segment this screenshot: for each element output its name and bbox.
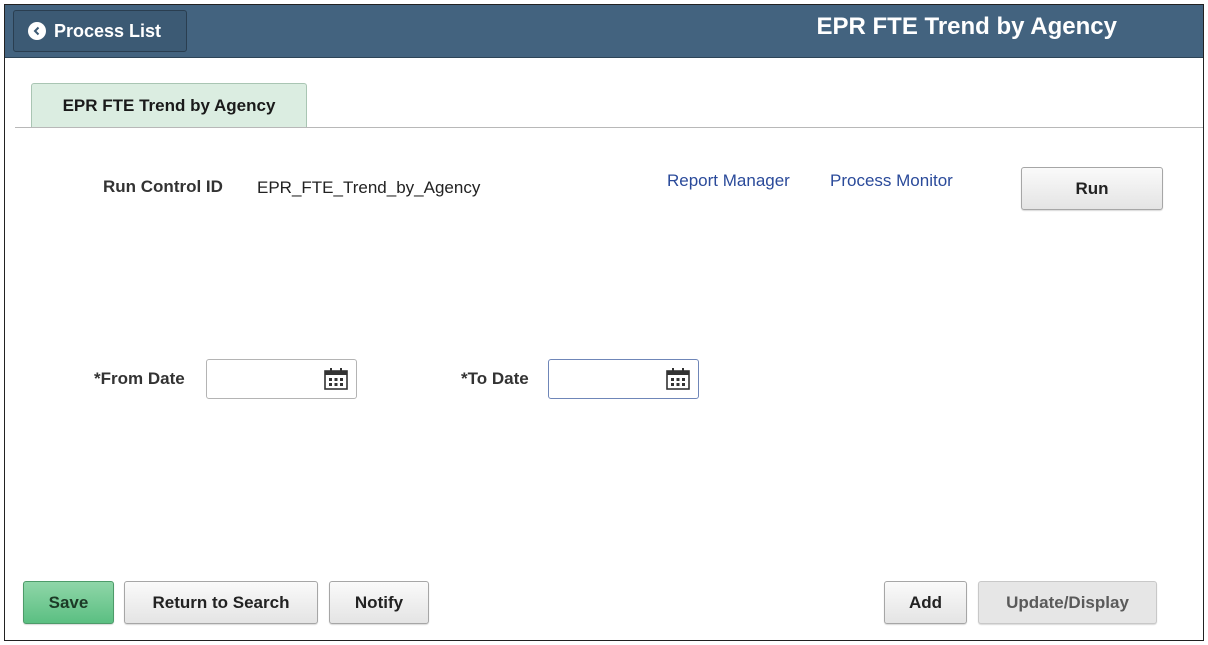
notify-button-label: Notify (354, 592, 404, 612)
report-manager-link[interactable]: Report Manager (667, 171, 790, 191)
update-display-label: Update/Display (1006, 592, 1129, 612)
save-button-label: Save (48, 592, 89, 612)
from-date-input[interactable] (213, 366, 317, 394)
tab-epr-fte-trend[interactable]: EPR FTE Trend by Agency (31, 83, 307, 128)
run-control-id-label: Run Control ID (103, 177, 223, 196)
page-title: EPR FTE Trend by Agency (816, 13, 1117, 40)
from-date-field (206, 359, 357, 399)
add-button[interactable]: Add (884, 581, 967, 624)
tab-divider (15, 127, 1203, 128)
run-control-id-value: EPR_FTE_Trend_by_Agency (257, 178, 481, 197)
update-display-button[interactable]: Update/Display (978, 581, 1157, 624)
run-button-label: Run (1075, 178, 1109, 198)
back-button-label: Process List (54, 20, 162, 41)
from-date-label: *From Date (94, 369, 185, 388)
to-date-field (548, 359, 699, 399)
calendar-icon[interactable] (324, 368, 348, 390)
return-to-search-button[interactable]: Return to Search (124, 581, 318, 624)
process-list-back-button[interactable]: Process List (13, 10, 187, 52)
add-button-label: Add (908, 592, 943, 612)
save-button[interactable]: Save (23, 581, 114, 624)
chevron-left-icon (28, 22, 46, 40)
to-date-label: *To Date (461, 369, 529, 388)
page-header: Process List EPR FTE Trend by Agency (5, 5, 1203, 58)
tab-label: EPR FTE Trend by Agency (62, 96, 276, 115)
run-button[interactable]: Run (1021, 167, 1163, 210)
to-date-input[interactable] (555, 366, 659, 394)
return-to-search-label: Return to Search (152, 592, 290, 612)
process-monitor-link[interactable]: Process Monitor (830, 171, 953, 191)
notify-button[interactable]: Notify (329, 581, 429, 624)
page-frame: Process List EPR FTE Trend by Agency EPR… (4, 4, 1204, 641)
calendar-icon[interactable] (666, 368, 690, 390)
